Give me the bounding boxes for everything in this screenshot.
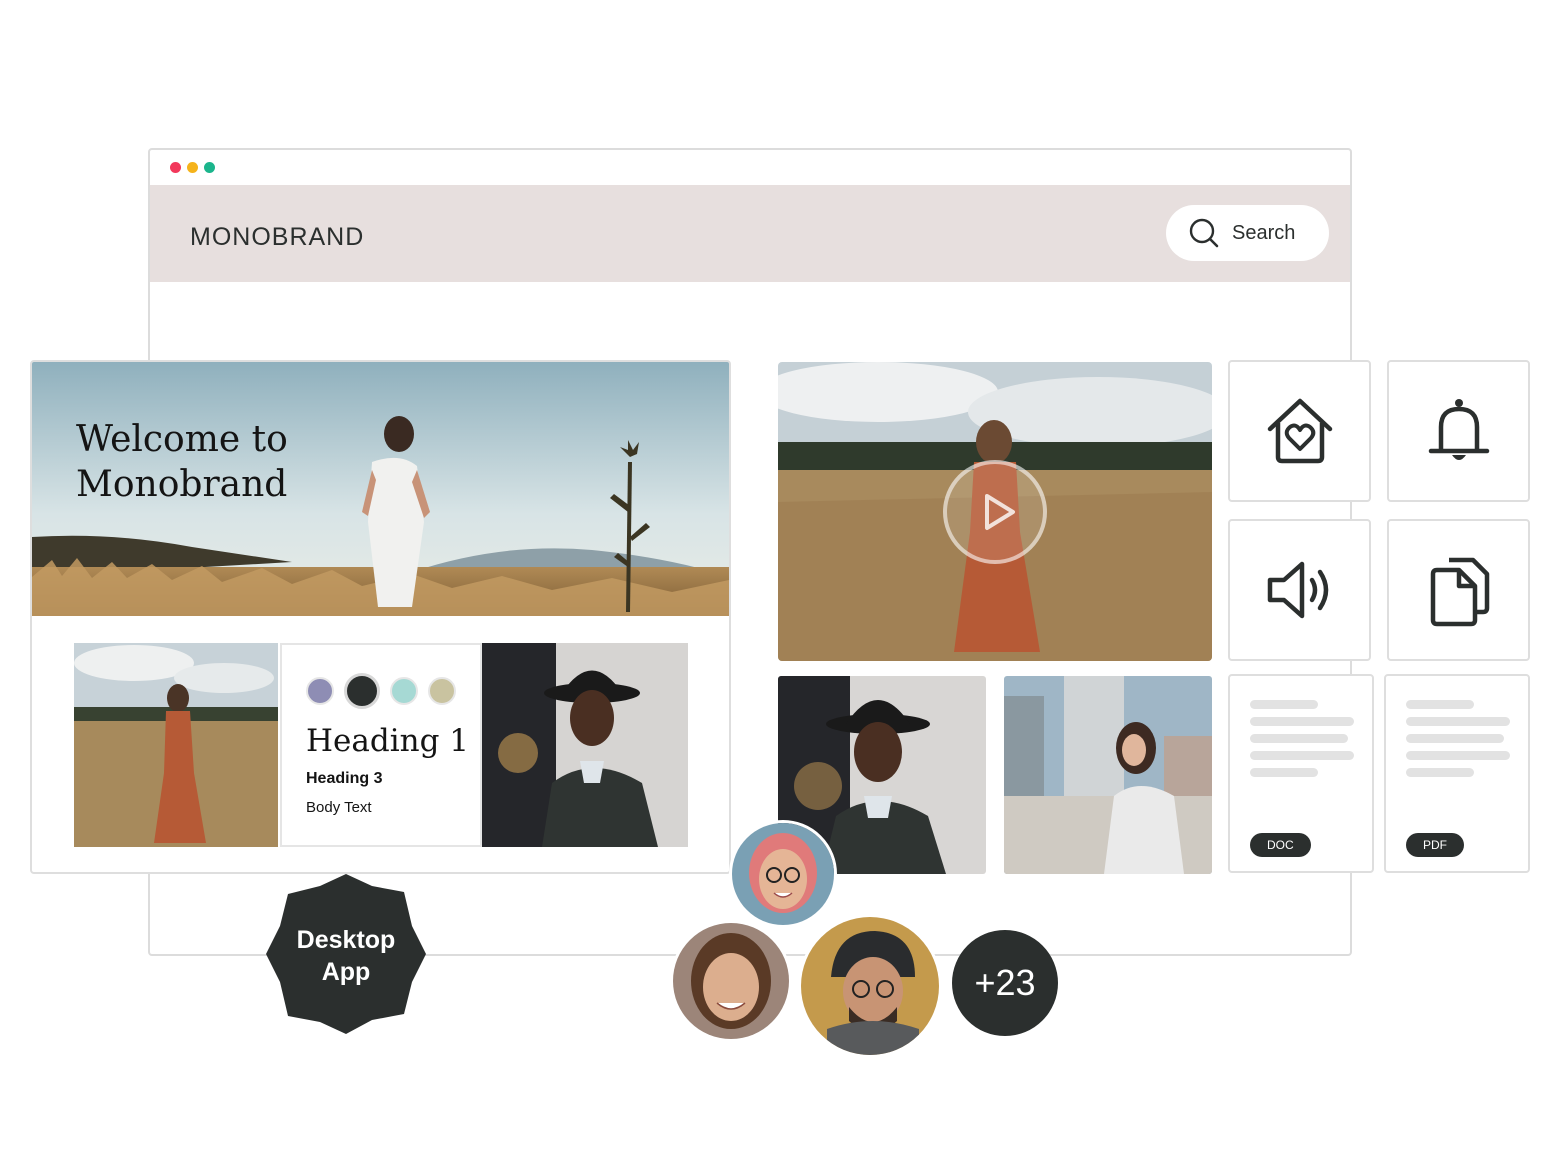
maximize-dot[interactable] — [204, 162, 215, 173]
text-line — [1406, 734, 1504, 743]
text-line — [1406, 700, 1474, 709]
avatar-photo — [801, 917, 939, 1055]
doc-file-tile[interactable]: DOC — [1228, 674, 1374, 873]
welcome-card: Welcome to Monobrand Heading 1 Heading 3… — [30, 360, 731, 874]
city-woman-photo — [1004, 676, 1212, 874]
body-text-sample: Body Text — [306, 799, 372, 816]
swatch-mint[interactable] — [390, 677, 418, 705]
text-line — [1250, 700, 1318, 709]
avatar-photo — [673, 923, 789, 1039]
text-line — [1250, 717, 1354, 726]
hero-title: Welcome to Monobrand — [76, 417, 288, 507]
home-heart-icon — [1267, 398, 1332, 464]
notifications-tile[interactable] — [1387, 360, 1530, 502]
swatch-dark[interactable] — [344, 673, 380, 709]
play-button[interactable] — [943, 460, 1047, 564]
site-header: MONOBRAND Search — [150, 185, 1350, 282]
badge-label: Desktop App — [266, 924, 426, 988]
color-swatches — [306, 673, 456, 709]
search-icon — [1189, 218, 1219, 248]
documents-icon — [1430, 557, 1489, 627]
search-label: Search — [1232, 221, 1296, 244]
text-line — [1250, 751, 1354, 760]
avatar[interactable] — [670, 920, 792, 1042]
play-icon — [985, 494, 1015, 530]
close-dot[interactable] — [170, 162, 181, 173]
text-line — [1250, 734, 1348, 743]
swatch-purple[interactable] — [306, 677, 334, 705]
doc-file-tag: DOC — [1250, 833, 1311, 857]
text-line — [1406, 717, 1510, 726]
search-button[interactable]: Search — [1166, 205, 1329, 261]
brand-logo[interactable]: MONOBRAND — [190, 223, 364, 252]
bell-icon — [1428, 399, 1489, 460]
pdf-file-tag: PDF — [1406, 833, 1464, 857]
avatar[interactable] — [729, 820, 837, 928]
video-player[interactable] — [778, 362, 1212, 661]
more-collaborators-count[interactable]: +23 — [952, 930, 1058, 1036]
home-tile[interactable] — [1228, 360, 1371, 502]
thumbnail-field-woman[interactable] — [74, 643, 278, 847]
heading-3-sample: Heading 3 — [306, 770, 383, 787]
avatar[interactable] — [798, 914, 942, 1058]
text-line — [1406, 751, 1510, 760]
style-guide-panel: Heading 1 Heading 3 Body Text — [280, 643, 482, 847]
desktop-app-badge[interactable]: Desktop App — [266, 874, 426, 1034]
speaker-icon — [1267, 561, 1328, 619]
badge-line2: App — [321, 958, 371, 986]
pdf-file-tile[interactable]: PDF — [1384, 674, 1530, 873]
heading-1-sample: Heading 1 — [306, 723, 470, 759]
avatar-photo — [732, 823, 834, 925]
hero-title-line1: Welcome to — [76, 419, 288, 460]
badge-line1: Desktop — [296, 926, 396, 954]
window-controls — [170, 162, 215, 173]
thumbnail-hat-man[interactable] — [482, 643, 688, 847]
documents-tile[interactable] — [1387, 519, 1530, 661]
swatch-khaki[interactable] — [428, 677, 456, 705]
hero-title-line2: Monobrand — [76, 464, 288, 505]
photo-city-woman[interactable] — [1004, 676, 1212, 874]
hat-man-photo — [482, 643, 688, 847]
text-line — [1250, 768, 1318, 777]
hero-image: Welcome to Monobrand — [32, 362, 729, 616]
field-woman-photo — [74, 643, 278, 847]
text-line — [1406, 768, 1474, 777]
minimize-dot[interactable] — [187, 162, 198, 173]
audio-tile[interactable] — [1228, 519, 1371, 661]
